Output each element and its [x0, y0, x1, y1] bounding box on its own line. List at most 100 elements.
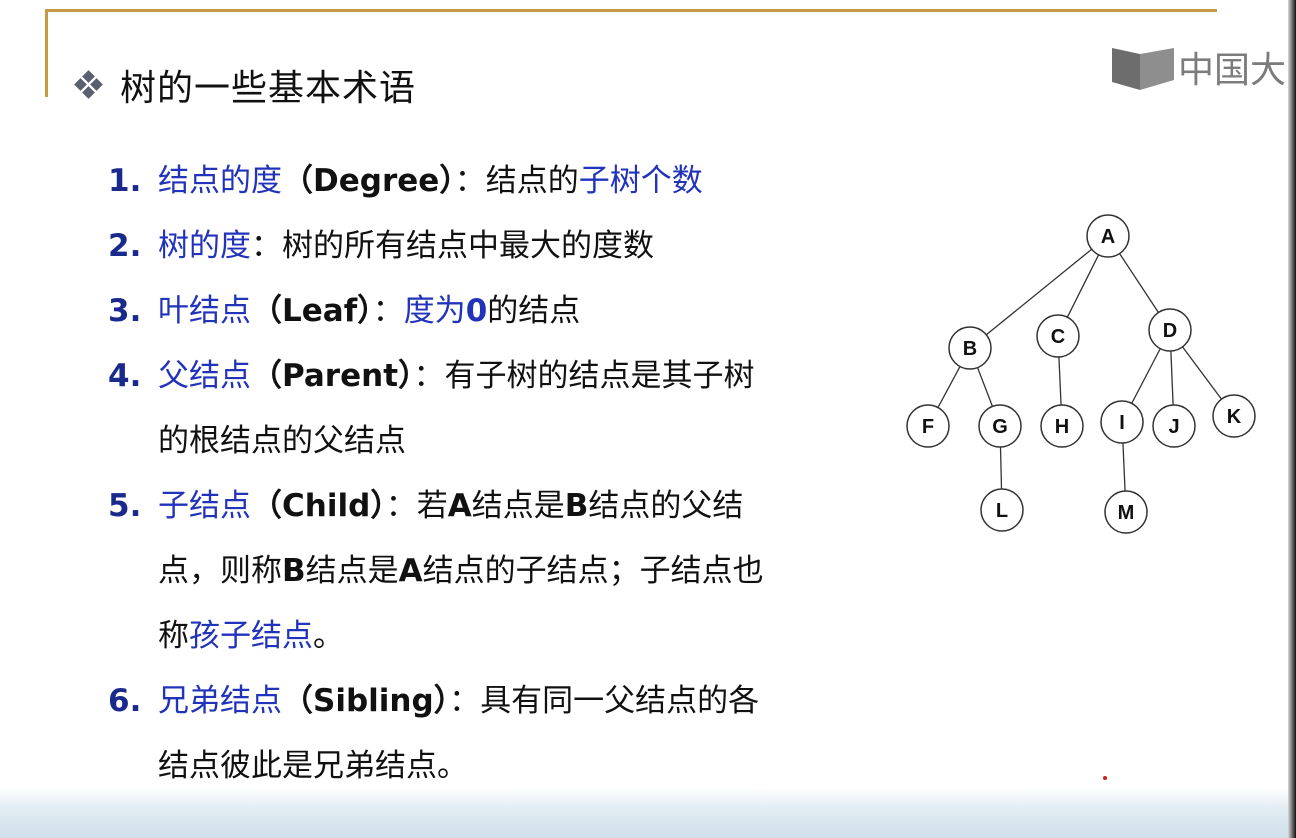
tree-node-label: F	[922, 416, 934, 438]
list-item: 4. 父结点（Parent）：有子树的结点是其子树	[108, 349, 888, 414]
list-item: 3. 叶结点（Leaf）：度为0的结点	[108, 284, 888, 349]
term-english: （Parent）	[251, 358, 414, 394]
definition-text: 结点的子结点；子结点也	[422, 553, 764, 589]
tree-edge-D-I	[1131, 348, 1161, 404]
definition-text: 结点是	[471, 488, 565, 524]
list-item: 5. 子结点（Child）：若A结点是B结点的父结	[108, 479, 888, 544]
term-english: （Child）	[251, 488, 386, 524]
tree-node-L: L	[980, 488, 1024, 532]
tree-node-D: D	[1148, 308, 1192, 352]
term-label: 子结点	[158, 488, 251, 524]
definition-text: 具有同一父结点的各	[480, 683, 760, 719]
tree-node-G: G	[978, 404, 1022, 448]
frame-top-border	[45, 9, 1217, 12]
tree-node-label: M	[1118, 502, 1135, 524]
logo-text: 中国大	[1178, 50, 1287, 91]
tree-node-J: J	[1152, 404, 1196, 448]
term-label: 叶结点	[158, 293, 251, 329]
colon: ：	[385, 488, 417, 524]
list-item: 1. 结点的度（Degree）：结点的子树个数	[108, 154, 888, 219]
tree-node-K: K	[1212, 394, 1256, 438]
definition-text: 。	[313, 618, 344, 654]
item-number: 3.	[108, 293, 142, 329]
term-label: 结点的度	[158, 163, 282, 199]
node-letter: A	[447, 488, 472, 524]
term-english: （Sibling）	[282, 683, 450, 719]
list-item-continuation: 称孩子结点。	[108, 609, 888, 674]
tree-node-label: K	[1227, 406, 1242, 428]
tree-edge-A-D	[1119, 253, 1159, 313]
definition-highlight: 度为	[403, 293, 466, 329]
tree-edge-I-M	[1122, 442, 1126, 492]
tree-edge-D-K	[1182, 346, 1222, 400]
definition-text: 结点彼此是兄弟结点。	[158, 748, 468, 784]
tree-node-H: H	[1040, 404, 1084, 448]
term-label: 树的度	[158, 228, 251, 264]
list-item-continuation: 点，则称B结点是A结点的子结点；子结点也	[108, 544, 888, 609]
item-number: 6.	[108, 683, 142, 719]
slide-title: 树的一些基本术语	[74, 60, 416, 110]
term-label: 父结点	[158, 358, 251, 394]
title-text: 树的一些基本术语	[120, 68, 417, 109]
term-label: 兄弟结点	[158, 683, 282, 719]
list-item: 2. 树的度：树的所有结点中最大的度数	[108, 219, 888, 284]
definition-text: 的根结点的父结点	[158, 423, 406, 459]
tree-node-A: A	[1086, 214, 1130, 258]
tree-node-label: C	[1051, 326, 1065, 348]
definition-text: 结点的父结	[588, 488, 744, 524]
node-letter: B	[282, 553, 306, 589]
tree-node-label: D	[1163, 320, 1177, 342]
tree-edge-A-B	[985, 248, 1093, 336]
colon: ：	[251, 228, 282, 264]
definition-text: 若	[416, 488, 448, 524]
tree-node-label: I	[1119, 412, 1125, 434]
node-letter: A	[398, 553, 423, 589]
bottom-decoration	[0, 788, 1288, 838]
tree-node-label: H	[1055, 416, 1069, 438]
definition-text: 结点是	[305, 553, 399, 589]
item-number: 1.	[108, 163, 142, 199]
book-logo-icon	[1112, 48, 1174, 90]
list-item: 6. 兄弟结点（Sibling）：具有同一父结点的各	[108, 674, 888, 739]
frame-left-border	[45, 9, 48, 97]
tree-node-I: I	[1100, 400, 1144, 444]
definition-highlight: 子树个数	[578, 163, 703, 199]
tree-diagram: A B C D F G H I J K L M	[906, 214, 1256, 534]
list-item-continuation: 的根结点的父结点	[108, 414, 888, 479]
tree-edge-A-C	[1066, 254, 1100, 318]
tree-node-label: B	[963, 338, 977, 360]
definition-text: 的结点	[487, 293, 581, 329]
colon: ：	[449, 683, 481, 719]
tree-edge-B-G	[976, 367, 994, 407]
tree-node-label: L	[996, 500, 1008, 522]
colon: ：	[454, 163, 486, 199]
definition-text: 称	[158, 618, 189, 654]
tree-edge-B-F	[937, 366, 961, 408]
term-english: （Leaf）	[251, 293, 373, 329]
tree-edge-D-J	[1170, 350, 1174, 406]
definition-text: 有子树的结点是其子树	[444, 358, 755, 394]
node-letter: B	[564, 488, 589, 524]
tree-node-label: A	[1101, 226, 1115, 248]
definition-text: 结点的	[485, 163, 579, 199]
tree-edge-C-H	[1058, 356, 1062, 406]
definition-highlight-number: 0	[465, 293, 488, 329]
definition-highlight: 孩子结点	[189, 618, 313, 654]
definition-text: 树的所有结点中最大的度数	[282, 228, 654, 264]
term-list: 1. 结点的度（Degree）：结点的子树个数 2. 树的度：树的所有结点中最大的度…	[108, 154, 888, 804]
term-english: （Degree）	[282, 163, 455, 199]
definition-text: 点，则称	[158, 553, 282, 589]
red-dot	[1103, 776, 1107, 780]
window-edge	[1288, 0, 1296, 838]
item-number: 4.	[108, 358, 142, 394]
tree-node-label: J	[1168, 416, 1179, 438]
tree-node-M: M	[1104, 490, 1148, 534]
site-logo: 中国大	[1112, 42, 1286, 92]
item-number: 2.	[108, 228, 142, 264]
colon: ：	[372, 293, 404, 329]
tree-edge-G-L	[999, 446, 1003, 490]
item-number: 5.	[108, 488, 142, 524]
tree-node-label: G	[992, 416, 1008, 438]
tree-node-F: F	[906, 404, 950, 448]
colon: ：	[413, 358, 445, 394]
